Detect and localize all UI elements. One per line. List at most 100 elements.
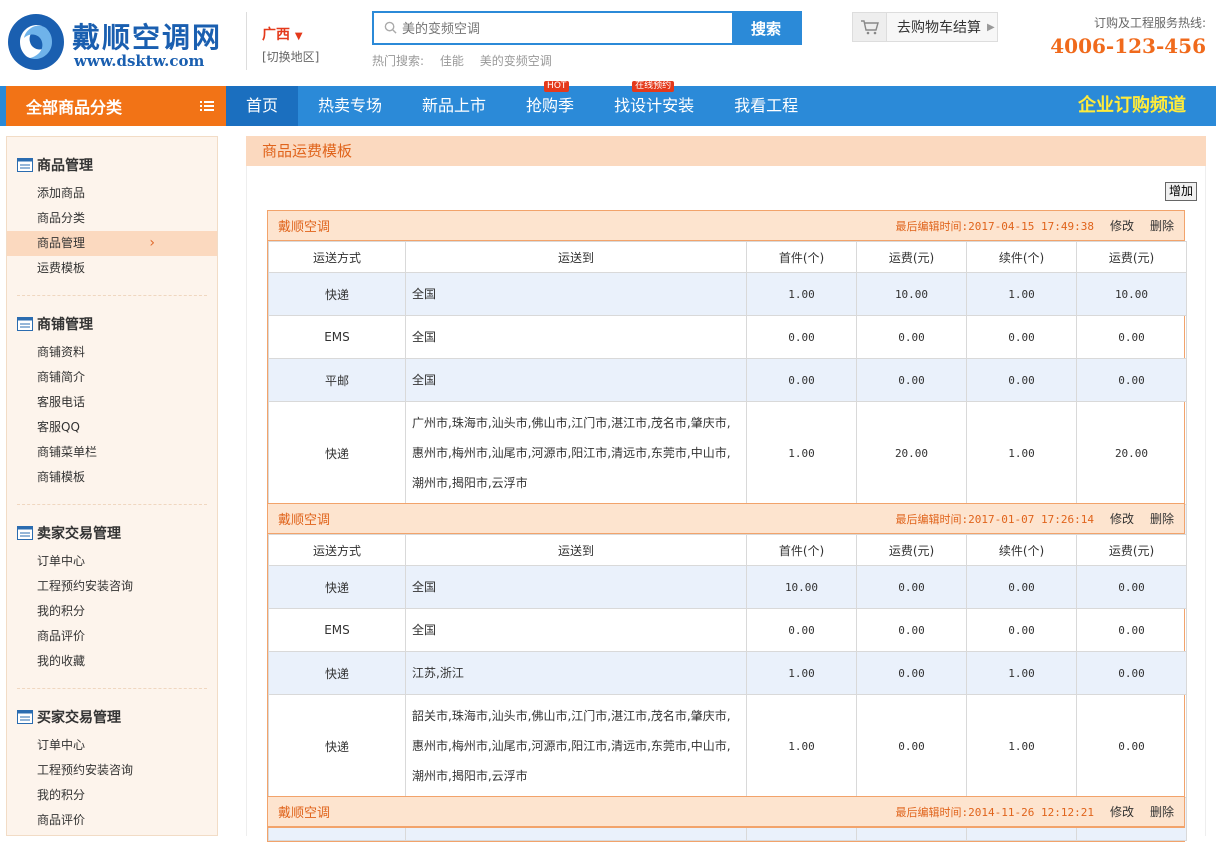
- table-row: 快递 全国 10.00 0.00 0.00 0.00: [268, 565, 1187, 609]
- value-cell: 0.00: [1076, 608, 1187, 652]
- value-cell: 0.00: [856, 608, 967, 652]
- column-header: 续件(个): [966, 534, 1077, 566]
- hot-search: 热门搜索: 佳能 美的变频空调: [372, 52, 564, 69]
- site-logo[interactable]: 戴顺空调网 www.dsktw.com: [6, 10, 236, 74]
- cart-button[interactable]: 去购物车结算 ▶: [852, 12, 998, 42]
- sidebar-item-shop-intro[interactable]: 商铺简介: [7, 365, 217, 390]
- sidebar-item-service-qq[interactable]: 客服QQ: [7, 415, 217, 440]
- template-time: 最后编辑时间:2017-01-07 17:26:14: [895, 512, 1094, 526]
- nav-design-install[interactable]: 找设计安装 在线预约: [594, 81, 714, 126]
- content-body: 增加 戴顺空调 最后编辑时间:2017-04-15 17:49:38 修改 删除…: [246, 166, 1206, 842]
- sidebar-item-points[interactable]: 我的积分: [7, 783, 217, 808]
- sidebar-item-add-goods[interactable]: 添加商品: [7, 181, 217, 206]
- cart-label: 去购物车结算: [897, 20, 981, 36]
- value-cell: 0.00: [1076, 651, 1187, 695]
- table-row: 平邮 全国 0.00 0.00 0.00 0.00: [268, 358, 1187, 402]
- value-cell: 10.00: [856, 272, 967, 316]
- column-header: 首件(个): [746, 241, 857, 273]
- sidebar-item-goods-category[interactable]: 商品分类: [7, 206, 217, 231]
- logo-url: www.dsktw.com: [74, 52, 205, 70]
- sidebar-item-reviews[interactable]: 商品评价: [7, 808, 217, 833]
- sidebar-item-favorites[interactable]: 我的收藏: [7, 649, 217, 674]
- sidebar-item-install-consult[interactable]: 工程预约安装咨询: [7, 574, 217, 599]
- value-cell: 20.00: [1076, 401, 1187, 505]
- shipping-template-card: 戴顺空调 最后编辑时间:2014-11-26 12:12:21 修改 删除: [267, 796, 1185, 828]
- template-time: 最后编辑时间:2014-11-26 12:12:21: [895, 805, 1094, 819]
- hot-badge: HOT: [544, 81, 570, 92]
- nav-flash-sale[interactable]: 抢购季 HOT: [506, 81, 594, 126]
- sidebar-item-install-consult[interactable]: 工程预约安装咨询: [7, 758, 217, 783]
- logo-title: 戴顺空调网: [72, 21, 223, 54]
- list-icon: [17, 158, 33, 172]
- nav-home[interactable]: 首页: [226, 86, 299, 126]
- sidebar-item-goods-manage[interactable]: 商品管理 ›: [7, 231, 217, 256]
- list-icon: [17, 710, 33, 724]
- sidebar-item-shop-template[interactable]: 商铺模板: [7, 465, 217, 490]
- shipping-method-cell: 快递: [268, 651, 406, 695]
- template-name: 戴顺空调: [278, 806, 331, 821]
- nav-label: 我看工程: [734, 96, 799, 115]
- template-name: 戴顺空调: [278, 220, 331, 235]
- value-cell: 0.00: [966, 565, 1077, 609]
- list-icon: [17, 526, 33, 540]
- sidebar-group-title: 商品管理: [37, 158, 93, 174]
- search-bar: 搜索: [372, 11, 802, 45]
- shipping-template-card: 戴顺空调 最后编辑时间:2017-01-07 17:26:14 修改 删除 运送…: [267, 503, 1187, 842]
- value-cell: 0.00: [966, 608, 1077, 652]
- caret-down-icon: ▼: [294, 31, 303, 42]
- value-cell: 1.00: [746, 694, 857, 798]
- region-switch-link[interactable]: [切换地区]: [262, 48, 332, 65]
- sidebar-item-service-phone[interactable]: 客服电话: [7, 390, 217, 415]
- hot-search-item[interactable]: 美的变频空调: [480, 54, 552, 68]
- nav-projects[interactable]: 我看工程: [714, 86, 818, 126]
- delete-link[interactable]: 删除: [1150, 217, 1174, 234]
- sidebar-item-shipping-template[interactable]: 运费模板: [7, 256, 217, 281]
- search-input[interactable]: [374, 13, 732, 43]
- region-name: 广西: [262, 27, 290, 43]
- value-cell: 0.00: [856, 358, 967, 402]
- sidebar-item-shop-info[interactable]: 商铺资料: [7, 340, 217, 365]
- nav-hot-sale[interactable]: 热卖专场: [298, 86, 402, 126]
- delete-link[interactable]: 删除: [1150, 510, 1174, 527]
- nav-label: 抢购季: [526, 96, 575, 115]
- sidebar-item-order-center[interactable]: 订单中心: [7, 733, 217, 758]
- value-cell: 1.00: [746, 401, 857, 505]
- header-divider: [246, 12, 247, 70]
- value-cell: 20.00: [856, 401, 967, 505]
- all-categories-label: 全部商品分类: [26, 98, 123, 117]
- search-button[interactable]: 搜索: [732, 13, 800, 43]
- column-header: 运送方式: [268, 534, 406, 566]
- hot-search-item[interactable]: 佳能: [440, 54, 464, 68]
- sidebar-group-shop: 商铺管理 商铺资料 商铺简介 客服电话 客服QQ 商铺菜单栏 商铺模板: [17, 296, 207, 505]
- chevron-right-icon: ▶: [987, 21, 995, 33]
- destination-cell: 全国: [405, 315, 747, 359]
- column-header: 运费(元): [1076, 534, 1187, 566]
- add-template-button[interactable]: 增加: [1164, 182, 1197, 201]
- page-title: 商品运费模板: [246, 136, 1206, 166]
- destination-cell: 全国: [405, 565, 747, 609]
- delete-link[interactable]: 删除: [1150, 803, 1174, 820]
- destination-cell: 广州市,珠海市,汕头市,佛山市,江门市,湛江市,茂名市,肇庆市,惠州市,梅州市,…: [405, 401, 747, 505]
- table-row: EMS 全国 0.00 0.00 0.00 0.00: [268, 608, 1187, 652]
- edit-link[interactable]: 修改: [1110, 510, 1134, 527]
- value-cell: 0.00: [1076, 565, 1187, 609]
- value-cell: 0.00: [966, 315, 1077, 359]
- value-cell: 10.00: [746, 565, 857, 609]
- sidebar-item-shop-menu[interactable]: 商铺菜单栏: [7, 440, 217, 465]
- shipping-method-cell: EMS: [268, 608, 406, 652]
- sidebar-item-order-center[interactable]: 订单中心: [7, 549, 217, 574]
- region-selector[interactable]: 广西 ▼ [切换地区]: [262, 24, 332, 65]
- sidebar-item-reviews[interactable]: 商品评价: [7, 624, 217, 649]
- value-cell: 0.00: [966, 358, 1077, 402]
- edit-link[interactable]: 修改: [1110, 803, 1134, 820]
- enterprise-channel-link[interactable]: 企业订购频道: [1078, 86, 1186, 126]
- edit-link[interactable]: 修改: [1110, 217, 1134, 234]
- shipping-method-cell: 平邮: [268, 358, 406, 402]
- sidebar-group-seller: 卖家交易管理 订单中心 工程预约安装咨询 我的积分 商品评价 我的收藏: [17, 505, 207, 689]
- all-categories-button[interactable]: 全部商品分类: [6, 86, 226, 126]
- nav-new-arrivals[interactable]: 新品上市: [402, 86, 506, 126]
- destination-cell: 全国: [405, 272, 747, 316]
- sidebar-item-points[interactable]: 我的积分: [7, 599, 217, 624]
- table-row: 快递 全国 1.00 10.00 1.00 10.00: [268, 272, 1187, 316]
- shipping-method-cell: 快递: [268, 401, 406, 505]
